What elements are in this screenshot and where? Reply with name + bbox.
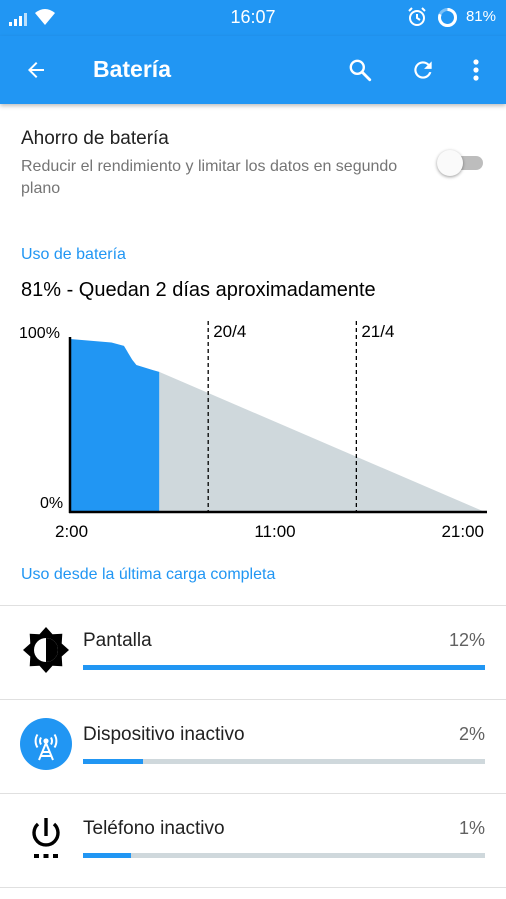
since-charge-header: Uso desde la última carga completa	[21, 566, 276, 583]
usage-progress-fill	[83, 853, 132, 858]
x-tick-label: 21:00	[441, 522, 484, 541]
usage-progress-bar	[83, 759, 485, 764]
more-options-button[interactable]	[456, 50, 496, 90]
power-icon	[20, 812, 72, 864]
usage-item-device-idle[interactable]: Dispositivo inactivo 2%	[0, 700, 506, 792]
usage-item-label: Teléfono inactivo	[83, 818, 225, 839]
status-battery-percent: 81%	[465, 8, 496, 25]
battery-usage-header: Uso de batería	[21, 246, 126, 263]
status-bar: 16:07 81%	[0, 0, 506, 36]
refresh-button[interactable]	[403, 50, 443, 90]
more-vert-icon	[473, 59, 479, 81]
refresh-icon	[414, 61, 432, 79]
usage-progress-bar	[83, 853, 485, 858]
divider	[0, 887, 506, 888]
alarm-icon	[408, 7, 426, 26]
usage-item-percent: 2%	[458, 724, 485, 744]
day-marker-label: 21/4	[361, 322, 394, 341]
day-marker-label: 20/4	[213, 322, 246, 341]
usage-progress-fill	[83, 665, 485, 670]
status-time: 16:07	[230, 7, 276, 27]
search-button[interactable]	[340, 50, 380, 90]
brightness-icon	[20, 624, 72, 676]
battery-summary: 81% - Quedan 2 días aproximadamente	[21, 279, 376, 301]
usage-item-percent: 12%	[448, 630, 485, 650]
usage-item-label: Pantalla	[83, 630, 152, 651]
usage-item-phone-idle[interactable]: Teléfono inactivo 1%	[0, 794, 506, 886]
cell-tower-icon	[20, 718, 72, 770]
app-bar: Batería	[0, 36, 506, 104]
usage-progress-fill	[83, 759, 144, 764]
battery-saver-title: Ahorro de batería	[21, 128, 169, 149]
search-icon	[349, 59, 372, 82]
battery-chart[interactable]: 20/4 21/4 100% 0% 2:00 11:00 21:00	[0, 315, 506, 545]
usage-progress-bar	[83, 665, 485, 670]
x-tick-label: 11:00	[254, 522, 295, 541]
y-tick-label: 0%	[40, 495, 63, 512]
usage-item-label: Dispositivo inactivo	[83, 724, 245, 745]
toggle-thumb	[437, 150, 463, 176]
battery-saver-toggle[interactable]	[437, 150, 485, 176]
back-button[interactable]	[16, 50, 56, 90]
usage-item-percent: 1%	[458, 818, 485, 838]
battery-saver-setting[interactable]: Ahorro de batería Reducir el rendimiento…	[21, 128, 421, 200]
back-arrow-icon	[28, 62, 44, 78]
page-title: Batería	[93, 56, 171, 82]
usage-item-screen[interactable]: Pantalla 12%	[0, 606, 506, 698]
x-tick-label: 2:00	[55, 522, 88, 541]
battery-ring-icon	[438, 8, 457, 27]
y-tick-label: 100%	[19, 325, 60, 342]
history-area	[70, 339, 160, 512]
battery-saver-description: Reducir el rendimiento y limitar los dat…	[21, 158, 398, 197]
